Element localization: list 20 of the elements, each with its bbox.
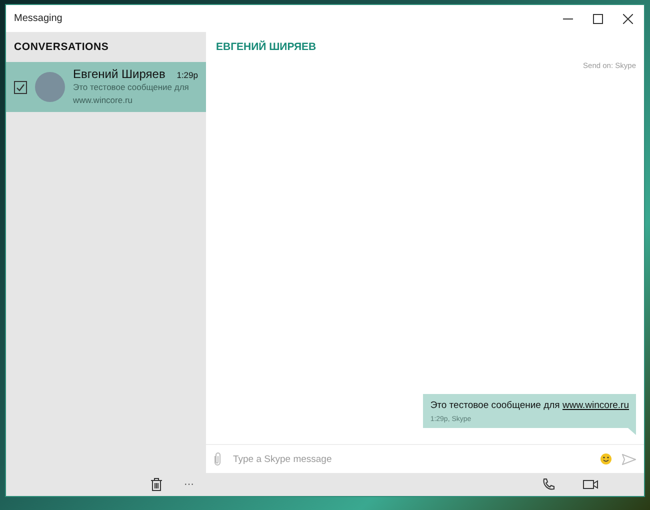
chat-title: ЕВГЕНИЙ ШИРЯЕВ [215,40,318,55]
message-time: 1:29p [176,70,198,80]
message-link[interactable]: www.wincore.ru [562,400,629,411]
phone-icon[interactable] [542,478,555,491]
avatar [35,72,65,102]
paperclip-icon[interactable] [214,452,221,466]
message-input[interactable]: Type a Skype message [231,452,590,466]
message-text: Это тестовое сообщение для www.wincore.ru [430,400,629,411]
maximize-icon [593,14,603,24]
conversation-item[interactable]: Евгений Ширяев 1:29p Это тестовое сообщение для www.wincore.ru [6,62,206,112]
more-button[interactable]: ··· [182,479,196,490]
checkbox[interactable] [14,80,27,94]
message-preview: Это тестовое сообщение для www.wincore.ru [73,81,190,107]
smiley-icon[interactable] [600,453,612,465]
close-icon [623,14,633,24]
contact-name: Евгений Ширяев [73,67,166,81]
window-title: Messaging [13,13,64,24]
video-camera-icon[interactable] [583,479,598,490]
sidebar-title: CONVERSATIONS [13,40,110,55]
trash-icon[interactable] [151,478,162,491]
